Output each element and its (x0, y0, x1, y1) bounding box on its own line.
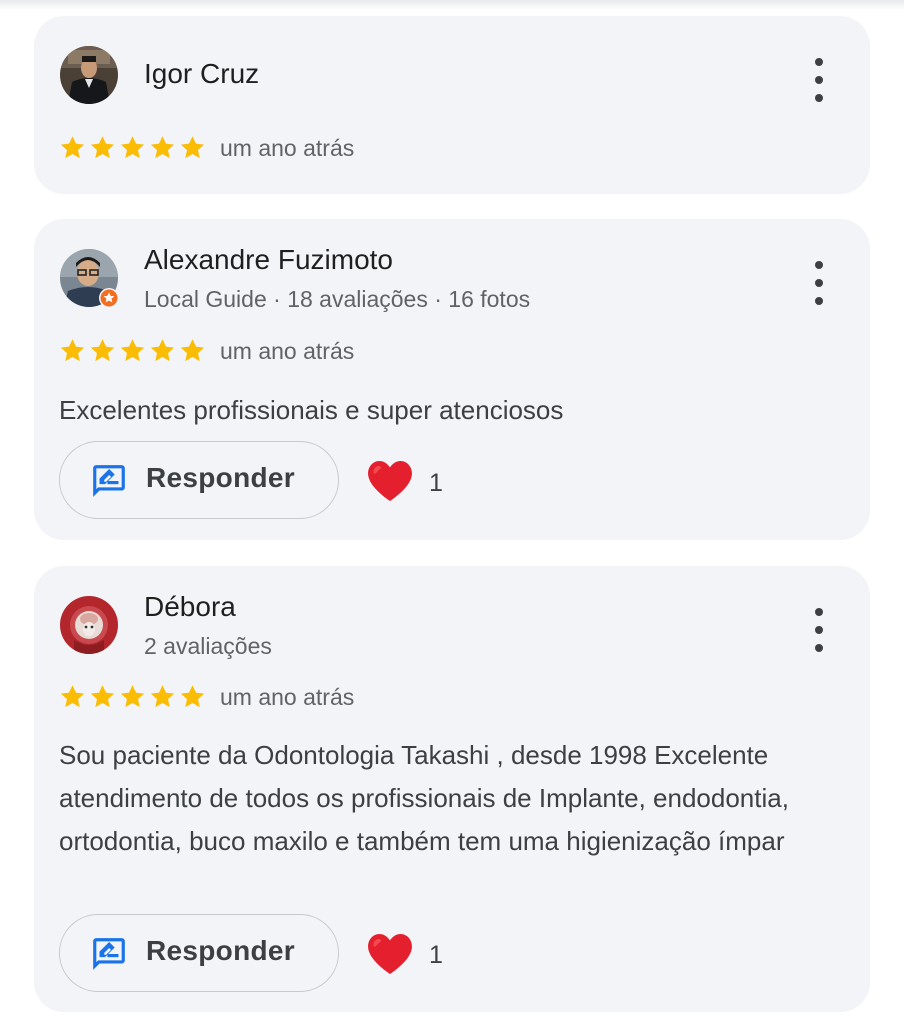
star-icon (60, 136, 85, 159)
more-options-icon[interactable] (804, 261, 834, 305)
star-icon (150, 136, 175, 159)
review-text: Excelentes profissionais e super atencio… (59, 395, 564, 425)
more-options-icon[interactable] (804, 608, 834, 652)
star-icon (90, 339, 115, 362)
like-count: 1 (429, 469, 443, 497)
star-rating (59, 134, 206, 161)
reviewer-name[interactable]: Igor Cruz (144, 58, 259, 90)
star-icon (120, 685, 145, 708)
heart-icon[interactable] (366, 457, 414, 503)
star-icon (150, 685, 175, 708)
reviewer-name[interactable]: Débora (144, 591, 236, 623)
reviewer-meta: 2 avaliações (144, 633, 272, 659)
star-icon (120, 136, 145, 159)
star-icon (180, 136, 205, 159)
review-time: um ano atrás (220, 684, 355, 710)
star-icon (120, 339, 145, 362)
review-card: Alexandre Fuzimoto Local Guide · 18 aval… (34, 219, 870, 540)
star-icon (90, 136, 115, 159)
like-count: 1 (429, 941, 443, 969)
star-icon (60, 685, 85, 708)
avatar[interactable] (60, 596, 118, 654)
star-rating (59, 337, 206, 364)
reply-label: Responder (146, 935, 295, 966)
top-shadow (0, 0, 904, 10)
star-icon (180, 339, 205, 362)
reviewer-meta: Local Guide · 18 avaliações · 16 fotos (144, 286, 531, 312)
reply-edit-icon (93, 938, 125, 970)
heart-icon[interactable] (366, 930, 414, 976)
review-card: Débora 2 avaliações um ano atrás Sou pac… (34, 566, 870, 1012)
more-options-icon[interactable] (804, 58, 834, 102)
avatar[interactable] (60, 46, 118, 104)
reply-label: Responder (146, 462, 295, 493)
review-text: Sou paciente da Odontologia Takashi , de… (59, 740, 789, 856)
star-icon (150, 339, 175, 362)
review-time: um ano atrás (220, 135, 355, 161)
star-icon (60, 339, 85, 362)
review-time: um ano atrás (220, 338, 355, 364)
reviewer-name[interactable]: Alexandre Fuzimoto (144, 244, 393, 276)
reply-button[interactable]: Responder (59, 441, 339, 519)
review-card: Igor Cruz um ano atrás (34, 16, 870, 194)
reply-button[interactable]: Responder (59, 914, 339, 992)
reply-edit-icon (93, 465, 125, 497)
star-rating (59, 683, 206, 710)
star-icon (90, 685, 115, 708)
avatar[interactable] (60, 249, 119, 308)
star-icon (180, 685, 205, 708)
